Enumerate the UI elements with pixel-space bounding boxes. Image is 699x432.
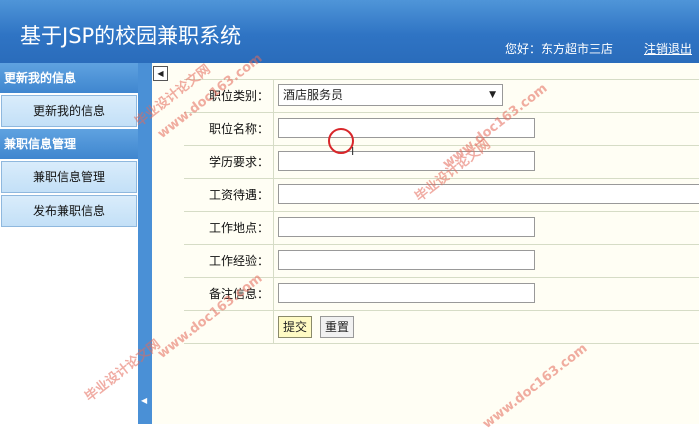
experience-label: 工作经验： <box>184 245 274 277</box>
reset-button[interactable]: 重置 <box>320 316 355 338</box>
form-row-name: 职位名称： <box>184 113 699 146</box>
sidebar-item-update-profile[interactable]: 更新我的信息 <box>1 95 137 127</box>
collapse-left-icon[interactable]: ◀ <box>141 396 149 406</box>
education-label: 学历要求： <box>184 146 274 178</box>
salary-input[interactable] <box>278 184 699 204</box>
submit-button[interactable]: 提交 <box>278 316 313 338</box>
education-input[interactable] <box>278 151 535 171</box>
sidebar-item-publish-job[interactable]: 发布兼职信息 <box>1 195 137 227</box>
logout-link[interactable]: 注销退出 <box>644 40 692 57</box>
form-row-actions: 提交 重置 <box>184 311 699 344</box>
form-row-location: 工作地点： <box>184 212 699 245</box>
form-row-category: 职位类别： 酒店服务员 ▼ <box>184 79 699 113</box>
form-row-experience: 工作经验： <box>184 245 699 278</box>
category-select[interactable]: 酒店服务员 ▼ <box>278 84 503 106</box>
sidebar-section-jobs[interactable]: 兼职信息管理 <box>0 129 138 159</box>
sidebar-item-manage-jobs[interactable]: 兼职信息管理 <box>1 161 137 193</box>
sidebar-section-profile[interactable]: 更新我的信息 <box>0 63 138 93</box>
job-form: 职位类别： 酒店服务员 ▼ 职位名称： 学历要求： 工资待遇： 工作地点： 工作 <box>184 79 699 344</box>
user-greeting: 您好：东方超市三店 <box>504 42 613 56</box>
main-content: 职位类别： 酒店服务员 ▼ 职位名称： 学历要求： 工资待遇： 工作地点： 工作 <box>152 63 699 424</box>
text-cursor-icon: I <box>351 145 355 158</box>
collapse-panel-icon[interactable]: ◀ <box>153 66 168 81</box>
remarks-input[interactable] <box>278 283 535 303</box>
name-label: 职位名称： <box>184 113 274 145</box>
chevron-down-icon: ▼ <box>489 90 496 100</box>
location-label: 工作地点： <box>184 212 274 244</box>
app-header: 基于JSP的校园兼职系统 您好：东方超市三店 注销退出 <box>0 0 699 63</box>
location-input[interactable] <box>278 217 535 237</box>
experience-input[interactable] <box>278 250 535 270</box>
app-title: 基于JSP的校园兼职系统 <box>20 24 242 48</box>
salary-label: 工资待遇： <box>184 179 274 211</box>
